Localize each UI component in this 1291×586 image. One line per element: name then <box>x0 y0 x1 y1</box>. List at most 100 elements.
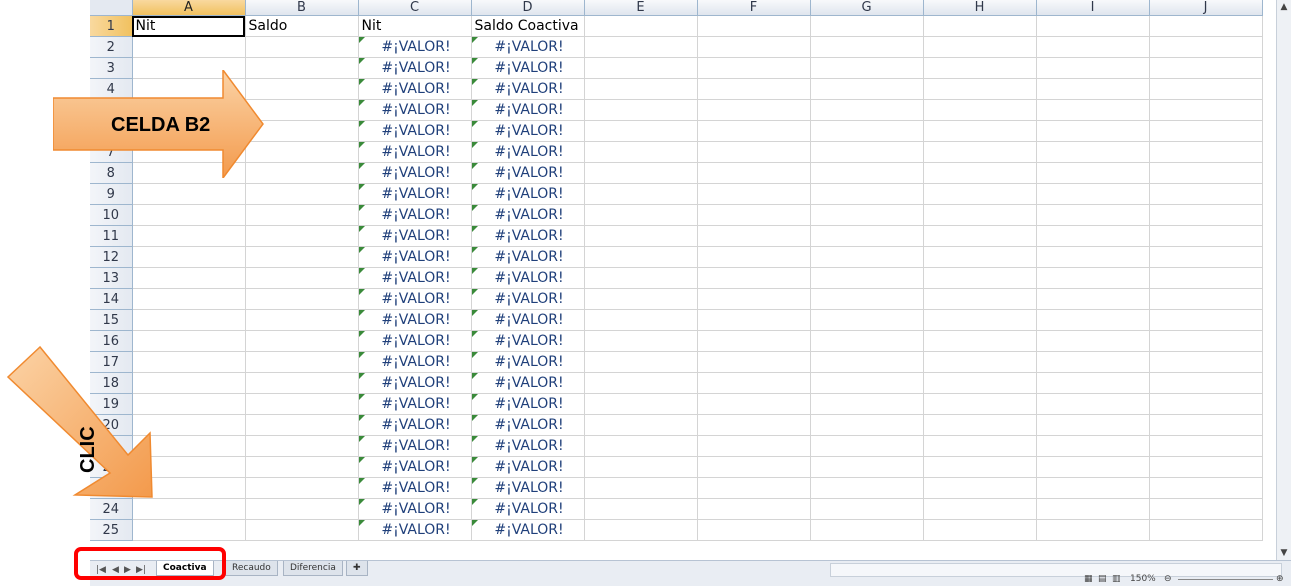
cell[interactable]: #¡VALOR! <box>471 120 585 142</box>
page-layout-icon[interactable]: ▤ <box>1098 574 1107 584</box>
cell[interactable] <box>810 267 924 289</box>
cell[interactable] <box>697 36 811 58</box>
cell[interactable] <box>245 225 359 247</box>
cell[interactable] <box>1149 330 1263 352</box>
cell[interactable] <box>923 288 1037 310</box>
cell[interactable] <box>697 351 811 373</box>
cell[interactable]: #¡VALOR! <box>358 183 472 205</box>
cell[interactable] <box>1149 225 1263 247</box>
cell[interactable]: #¡VALOR! <box>358 393 472 415</box>
cell[interactable] <box>697 267 811 289</box>
cell[interactable] <box>810 435 924 457</box>
cell[interactable] <box>245 351 359 373</box>
cell[interactable]: #¡VALOR! <box>358 246 472 268</box>
cell[interactable] <box>1036 57 1150 79</box>
cell[interactable] <box>1036 183 1150 205</box>
column-header[interactable]: G <box>810 0 924 16</box>
cell[interactable] <box>584 372 698 394</box>
cell[interactable] <box>132 36 246 58</box>
cell[interactable] <box>1149 393 1263 415</box>
cell[interactable]: #¡VALOR! <box>471 246 585 268</box>
cell[interactable] <box>584 498 698 520</box>
cell[interactable] <box>245 267 359 289</box>
cell[interactable] <box>1149 246 1263 268</box>
cell[interactable]: #¡VALOR! <box>471 267 585 289</box>
cell[interactable]: #¡VALOR! <box>471 99 585 121</box>
cell[interactable] <box>584 414 698 436</box>
column-header[interactable]: F <box>697 0 811 16</box>
row-header[interactable]: 15 <box>90 309 133 331</box>
cell[interactable] <box>923 246 1037 268</box>
cell[interactable]: #¡VALOR! <box>358 120 472 142</box>
cell[interactable] <box>810 456 924 478</box>
cell[interactable] <box>584 162 698 184</box>
cell[interactable] <box>923 162 1037 184</box>
cell[interactable] <box>584 330 698 352</box>
cell[interactable]: #¡VALOR! <box>358 78 472 100</box>
cell[interactable]: #¡VALOR! <box>471 183 585 205</box>
sheet-tab[interactable]: Diferencia <box>283 561 343 576</box>
cell[interactable] <box>697 456 811 478</box>
cell[interactable] <box>810 330 924 352</box>
row-header[interactable]: 10 <box>90 204 133 226</box>
cell[interactable] <box>810 15 924 37</box>
cell[interactable] <box>1149 351 1263 373</box>
cell[interactable] <box>1036 393 1150 415</box>
cell[interactable] <box>810 498 924 520</box>
cell[interactable] <box>1036 120 1150 142</box>
cell[interactable]: #¡VALOR! <box>358 288 472 310</box>
cell[interactable] <box>923 57 1037 79</box>
cell[interactable] <box>697 519 811 541</box>
cell[interactable] <box>584 477 698 499</box>
cell[interactable] <box>923 204 1037 226</box>
spreadsheet-grid[interactable]: ABCDEFGHIJ 1 Nit Saldo Nit Saldo Coactiva 2 #¡… <box>90 0 1291 560</box>
cell[interactable] <box>810 351 924 373</box>
cell[interactable] <box>132 519 246 541</box>
cell[interactable] <box>810 288 924 310</box>
row-header[interactable]: 13 <box>90 267 133 289</box>
cell[interactable] <box>697 477 811 499</box>
cell[interactable]: #¡VALOR! <box>358 141 472 163</box>
cell[interactable] <box>1036 99 1150 121</box>
cell[interactable]: #¡VALOR! <box>471 519 585 541</box>
cell[interactable] <box>245 372 359 394</box>
cell[interactable] <box>245 183 359 205</box>
cell[interactable] <box>1149 309 1263 331</box>
cell[interactable] <box>1036 498 1150 520</box>
cell[interactable]: #¡VALOR! <box>471 141 585 163</box>
cell[interactable] <box>1149 15 1263 37</box>
cell[interactable]: #¡VALOR! <box>358 36 472 58</box>
insert-sheet-icon[interactable]: ✚ <box>346 561 368 576</box>
cell[interactable]: Saldo Coactiva <box>471 15 585 37</box>
cell[interactable]: #¡VALOR! <box>358 456 472 478</box>
cell[interactable]: #¡VALOR! <box>471 393 585 415</box>
cell[interactable] <box>810 183 924 205</box>
cell[interactable] <box>584 141 698 163</box>
cell[interactable] <box>923 36 1037 58</box>
column-header[interactable]: C <box>358 0 472 16</box>
cell[interactable] <box>697 246 811 268</box>
cell[interactable]: #¡VALOR! <box>358 57 472 79</box>
zoom-out-icon[interactable]: ⊖ <box>1164 574 1172 584</box>
cell[interactable] <box>923 393 1037 415</box>
cell[interactable] <box>697 498 811 520</box>
cell[interactable] <box>584 393 698 415</box>
cell[interactable] <box>1036 267 1150 289</box>
cell[interactable] <box>245 414 359 436</box>
cell[interactable] <box>923 372 1037 394</box>
cell[interactable] <box>132 225 246 247</box>
row-header[interactable]: 1 <box>90 15 133 37</box>
cell[interactable] <box>810 78 924 100</box>
cell[interactable] <box>132 288 246 310</box>
cell[interactable]: #¡VALOR! <box>471 78 585 100</box>
cell[interactable] <box>1149 456 1263 478</box>
cell[interactable]: #¡VALOR! <box>358 351 472 373</box>
cell[interactable] <box>1149 162 1263 184</box>
cell[interactable] <box>1149 372 1263 394</box>
cell[interactable] <box>923 225 1037 247</box>
zoom-in-icon[interactable]: ⊕ <box>1276 574 1284 584</box>
cell[interactable]: Saldo <box>245 15 359 37</box>
cell[interactable] <box>1149 498 1263 520</box>
cell[interactable] <box>923 141 1037 163</box>
cell[interactable] <box>923 498 1037 520</box>
